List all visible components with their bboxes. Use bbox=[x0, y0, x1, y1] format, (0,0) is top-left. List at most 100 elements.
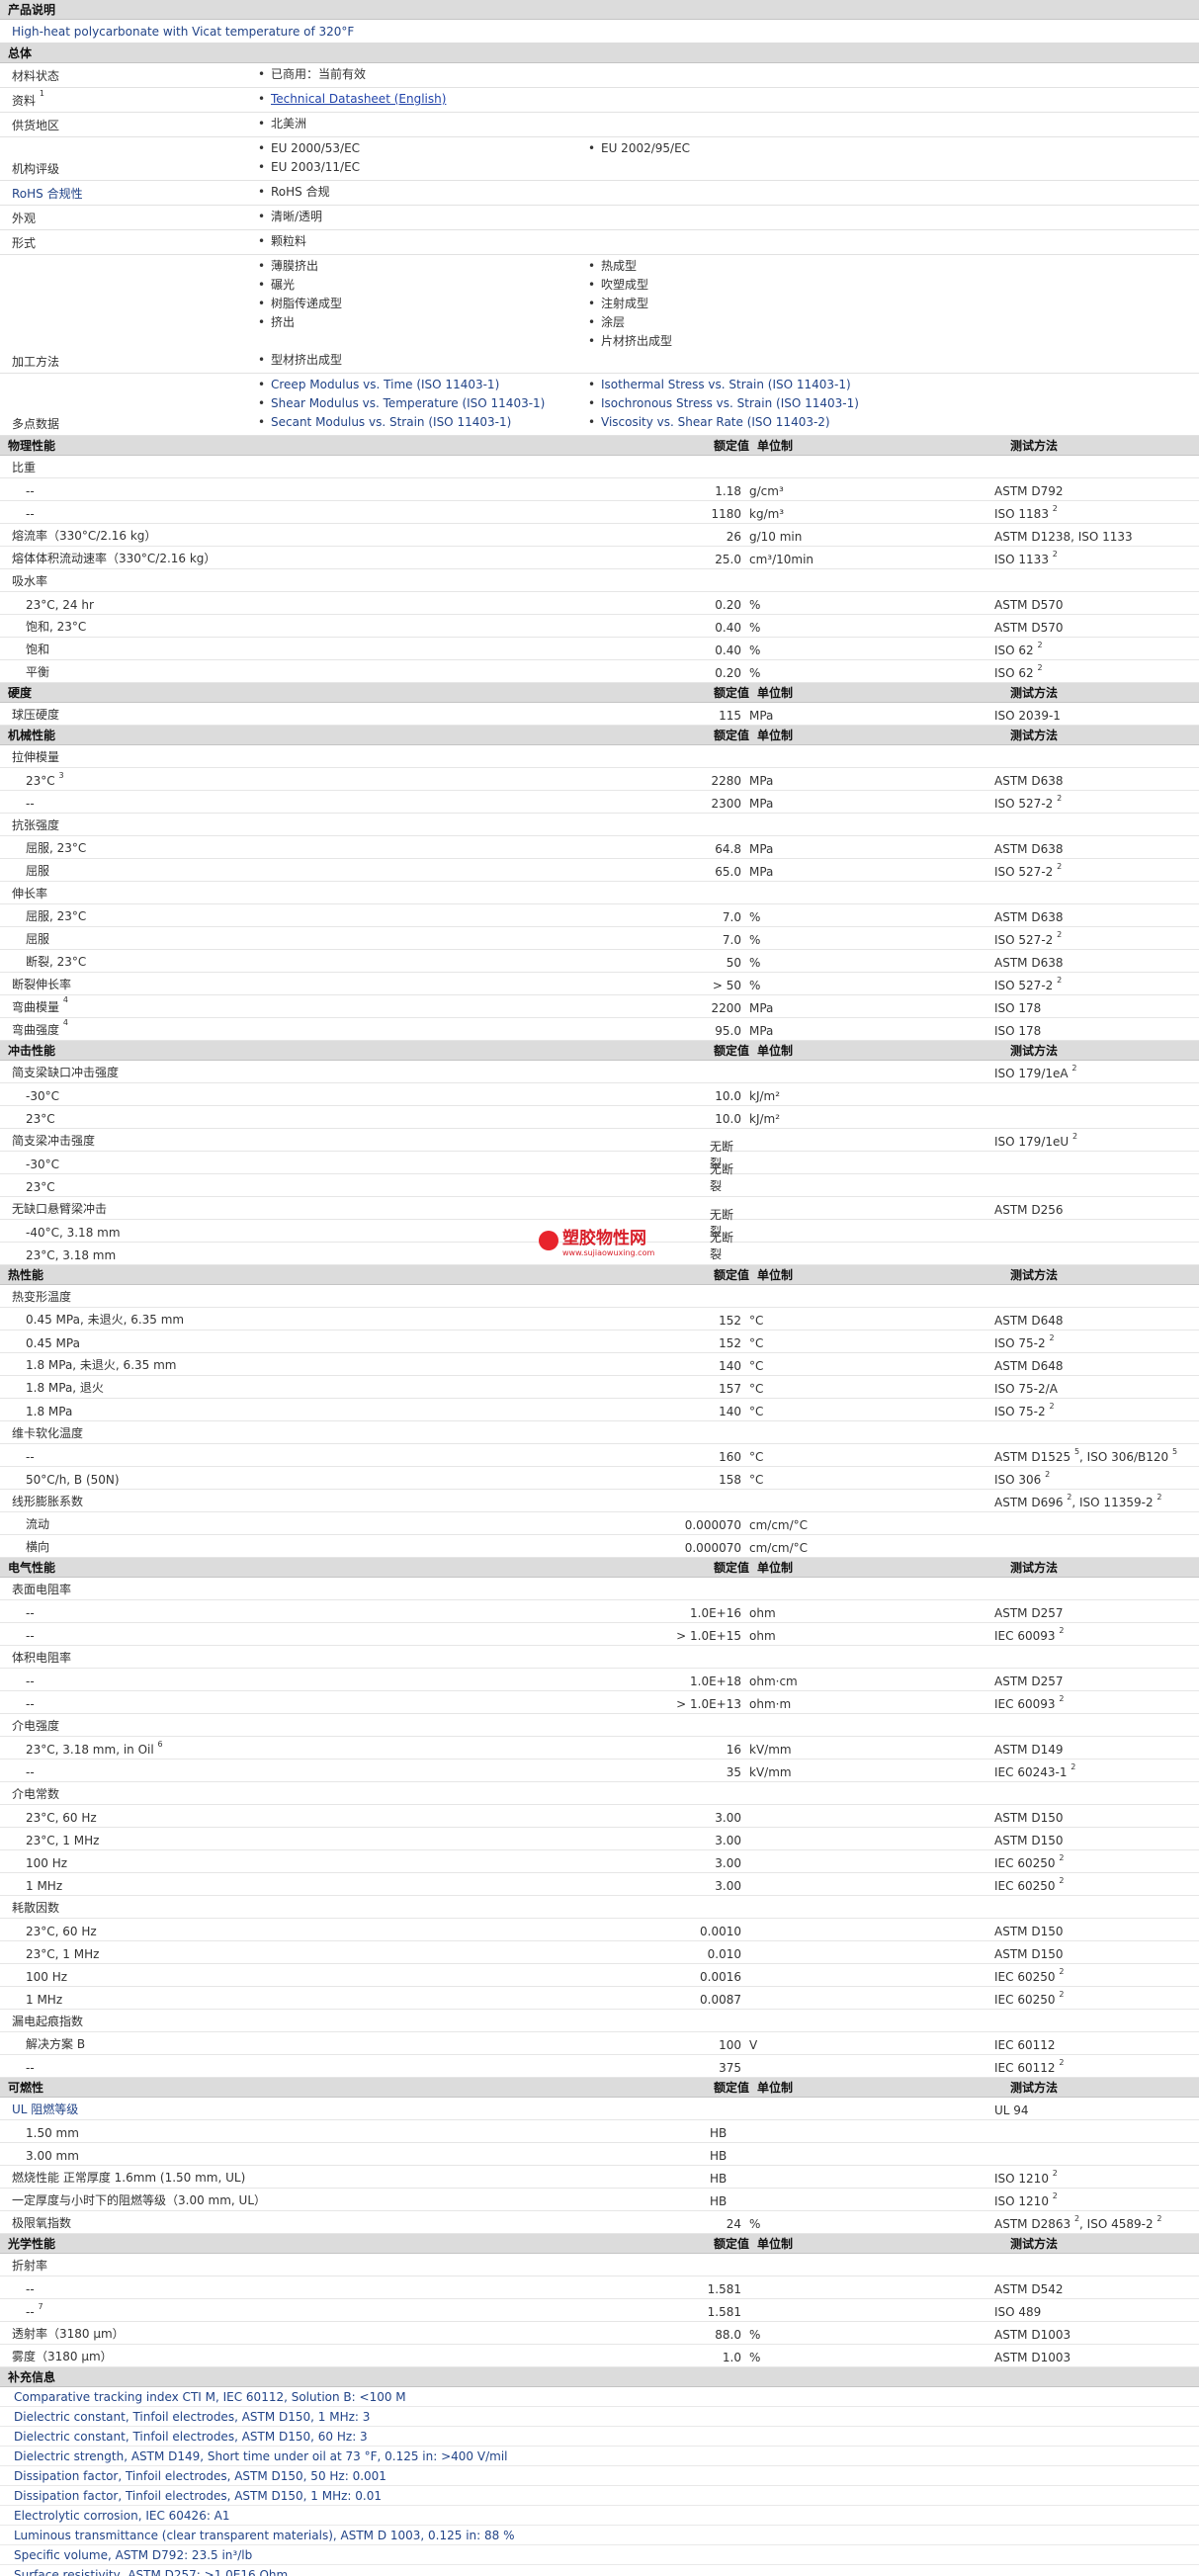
property-label: 23°C, 3.18 mm bbox=[0, 1248, 593, 1262]
property-row: 断裂伸长率 > 50% ISO 527-2 2 bbox=[0, 973, 1199, 995]
general-info-value-text: 挤出 bbox=[271, 315, 296, 329]
property-row: -- 1.18 g/cm³ ASTM D792 bbox=[0, 478, 1199, 501]
property-label: 23°C bbox=[0, 1112, 593, 1126]
property-row: 一定厚度与小时下的阻燃等级（3.00 mm, UL） HB ISO 1210 2 bbox=[0, 2189, 1199, 2211]
test-method-text-2: , ISO 306/B120 bbox=[1079, 1450, 1169, 1464]
property-label-text: -40°C, 3.18 mm bbox=[26, 1226, 121, 1240]
supplemental-note: Dissipation factor, Tinfoil electrodes, … bbox=[0, 2466, 1199, 2486]
property-row: 饱和, 23°C 0.40% ASTM D570 bbox=[0, 615, 1199, 638]
property-label: 弯曲强度 4 bbox=[0, 1018, 593, 1038]
section-title: 冲击性能 bbox=[8, 1043, 56, 1058]
property-unit: MPa bbox=[749, 865, 774, 879]
general-info-value: 薄膜挤出 bbox=[257, 257, 587, 276]
supplemental-note: Dielectric strength, ASTM D149, Short ti… bbox=[0, 2447, 1199, 2466]
property-label-text: 平衡 bbox=[26, 665, 50, 679]
property-row: 0.45 MPa 152 °C ISO 75-2 2 bbox=[0, 1331, 1199, 1353]
property-label-text: 23°C, 1 MHz bbox=[26, 1834, 100, 1847]
property-value: 2300 bbox=[711, 797, 741, 811]
test-method-text: ASTM D542 bbox=[994, 2282, 1064, 2296]
property-label: 23°C, 1 MHz bbox=[0, 1947, 593, 1961]
general-info-value-text: 注射成型 bbox=[601, 297, 649, 310]
property-value: 65.0 bbox=[715, 865, 741, 879]
test-method: IEC 60093 2 bbox=[994, 1694, 1199, 1711]
test-method-text: IEC 60093 bbox=[994, 1697, 1056, 1711]
property-label-text: 23°C, 60 Hz bbox=[26, 1811, 97, 1825]
test-method-text: ASTM D256 bbox=[994, 1203, 1064, 1217]
property-unit: MPa bbox=[749, 1001, 774, 1015]
section-title: 热性能 bbox=[8, 1267, 44, 1282]
section-title: 硬度 bbox=[8, 685, 33, 700]
property-group-label: 比重 bbox=[0, 456, 1199, 478]
property-label-text: 1 MHz bbox=[26, 1879, 63, 1893]
test-method-text: ASTM D150 bbox=[994, 1947, 1064, 1961]
general-info-label-text: 材料状态 bbox=[12, 69, 60, 83]
property-label: 23°C 3 bbox=[0, 771, 593, 788]
property-row: 弯曲强度 4 95.0 MPa ISO 178 bbox=[0, 1018, 1199, 1041]
property-value: 7.0 bbox=[722, 933, 741, 947]
property-label: 饱和 bbox=[0, 641, 593, 657]
property-value: 140 bbox=[719, 1405, 741, 1418]
property-label: -- bbox=[0, 1674, 593, 1688]
section-header: 热性能 额定值 单位制 测试方法 bbox=[0, 1265, 1199, 1285]
test-method-text: ASTM D257 bbox=[994, 1606, 1064, 1620]
property-label: UL 阻燃等级 bbox=[0, 2101, 593, 2117]
property-value: 7.0 bbox=[722, 910, 741, 924]
property-row: 透射率（3180 µm） 88.0% ASTM D1003 bbox=[0, 2322, 1199, 2345]
property-label: 1 MHz bbox=[0, 1879, 593, 1893]
general-info-value-text: 清晰/透明 bbox=[271, 210, 323, 223]
test-method: ASTM D638 bbox=[994, 842, 1199, 856]
general-info-label-text: 外观 bbox=[12, 212, 37, 225]
test-method-text: ASTM D150 bbox=[994, 1925, 1064, 1938]
test-method: ISO 179/1eU 2 bbox=[994, 1132, 1199, 1149]
property-value: > 1.0E+15 bbox=[676, 1629, 741, 1643]
property-row: 23°C, 60 Hz 0.0010 ASTM D150 bbox=[0, 1919, 1199, 1941]
unit-column-header: 单位制 bbox=[757, 1043, 794, 1058]
property-label-text: -- bbox=[26, 1674, 35, 1688]
test-method-text: ASTM D638 bbox=[994, 956, 1064, 970]
property-value: 0.0016 bbox=[700, 1970, 741, 1984]
property-label-text: 简支梁冲击强度 bbox=[12, 1134, 96, 1148]
general-info-value-text: 颗粒料 bbox=[271, 234, 307, 248]
test-method: ASTM D256 bbox=[994, 1203, 1199, 1217]
property-unit: g/cm³ bbox=[749, 484, 784, 498]
property-row: 线形膨胀系数 ASTM D696 2, ISO 11359-2 2 bbox=[0, 1490, 1199, 1512]
test-method: ASTM D648 bbox=[994, 1359, 1199, 1373]
test-method-text: ISO 62 bbox=[994, 644, 1034, 657]
property-label: 线形膨胀系数 bbox=[0, 1493, 593, 1509]
property-row: 23°C 10.0 kJ/m² bbox=[0, 1106, 1199, 1129]
test-method-text: ISO 178 bbox=[994, 1024, 1042, 1038]
property-unit: V bbox=[749, 2038, 758, 2052]
property-label: 极限氧指数 bbox=[0, 2214, 593, 2231]
general-info-value: Shear Modulus vs. Temperature (ISO 11403… bbox=[257, 394, 587, 413]
property-value: 26 bbox=[726, 530, 741, 544]
supplemental-note: Specific volume, ASTM D792: 23.5 in³/lb bbox=[0, 2545, 1199, 2565]
footnote-marker: 2 bbox=[1059, 1876, 1065, 1885]
property-label-text: 100 Hz bbox=[26, 1970, 68, 1984]
test-method: ASTM D638 bbox=[994, 774, 1199, 788]
property-row: -- 1.0E+18 ohm·cm ASTM D257 bbox=[0, 1669, 1199, 1691]
test-method-text: ASTM D2863 bbox=[994, 2217, 1071, 2231]
property-label-text: 球压硬度 bbox=[12, 708, 60, 722]
property-label-text: 1.8 MPa bbox=[26, 1405, 73, 1418]
property-row: 1.8 MPa 140 °C ISO 75-2 2 bbox=[0, 1399, 1199, 1421]
property-label-text: 23°C, 3.18 mm bbox=[26, 1248, 117, 1262]
general-info-value: Isochronous Stress vs. Strain (ISO 11403… bbox=[587, 394, 917, 413]
general-info-value[interactable]: Technical Datasheet (English) bbox=[257, 90, 587, 109]
property-label-text: 熔体体积流动速率（330°C/2.16 kg） bbox=[12, 552, 216, 565]
datasheet-link[interactable]: Technical Datasheet (English) bbox=[271, 92, 446, 106]
general-info-value: EU 2003/11/EC bbox=[257, 158, 587, 177]
property-label: -40°C, 3.18 mm bbox=[0, 1226, 593, 1240]
property-row: -- > 1.0E+15 ohm IEC 60093 2 bbox=[0, 1623, 1199, 1646]
property-label-text: 1.8 MPa, 退火 bbox=[26, 1381, 104, 1395]
test-method: ASTM D570 bbox=[994, 598, 1199, 612]
general-info-value-text: 北美洲 bbox=[271, 117, 307, 130]
general-info-value: RoHS 合规 bbox=[257, 183, 587, 202]
property-value: 1.581 bbox=[707, 2305, 741, 2319]
general-info-value-text: Secant Modulus vs. Strain (ISO 11403-1) bbox=[271, 415, 512, 429]
property-label: 弯曲模量 4 bbox=[0, 995, 593, 1015]
test-method: ASTM D257 bbox=[994, 1674, 1199, 1688]
test-method-text: ASTM D1525 bbox=[994, 1450, 1071, 1464]
test-method-text: UL 94 bbox=[994, 2104, 1029, 2117]
section-title: 产品说明 bbox=[8, 2, 56, 17]
footnote-marker: 2 bbox=[1057, 976, 1063, 985]
